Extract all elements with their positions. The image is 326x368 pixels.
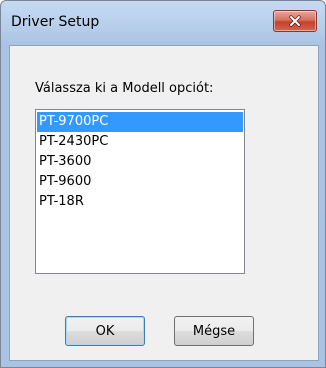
list-item[interactable]: PT-9600	[37, 172, 243, 192]
list-item[interactable]: PT-9700PC	[37, 112, 243, 132]
list-item[interactable]: PT-18R	[37, 192, 243, 212]
driver-setup-window: Driver Setup Válassza ki a Modell opciót…	[0, 0, 326, 368]
model-listbox[interactable]: PT-9700PC PT-2430PC PT-3600 PT-9600 PT-1…	[35, 109, 245, 274]
list-item[interactable]: PT-3600	[37, 152, 243, 172]
model-prompt-label: Válassza ki a Modell opciót:	[35, 81, 214, 96]
dialog-content: Válassza ki a Modell opciót: PT-9700PC P…	[9, 45, 319, 361]
ok-button[interactable]: OK	[65, 316, 145, 346]
close-icon	[289, 15, 301, 27]
cancel-button[interactable]: Mégse	[174, 316, 254, 346]
title-bar[interactable]: Driver Setup	[1, 1, 325, 45]
close-button[interactable]	[273, 10, 317, 32]
list-item[interactable]: PT-2430PC	[37, 132, 243, 152]
window-title: Driver Setup	[11, 14, 100, 30]
